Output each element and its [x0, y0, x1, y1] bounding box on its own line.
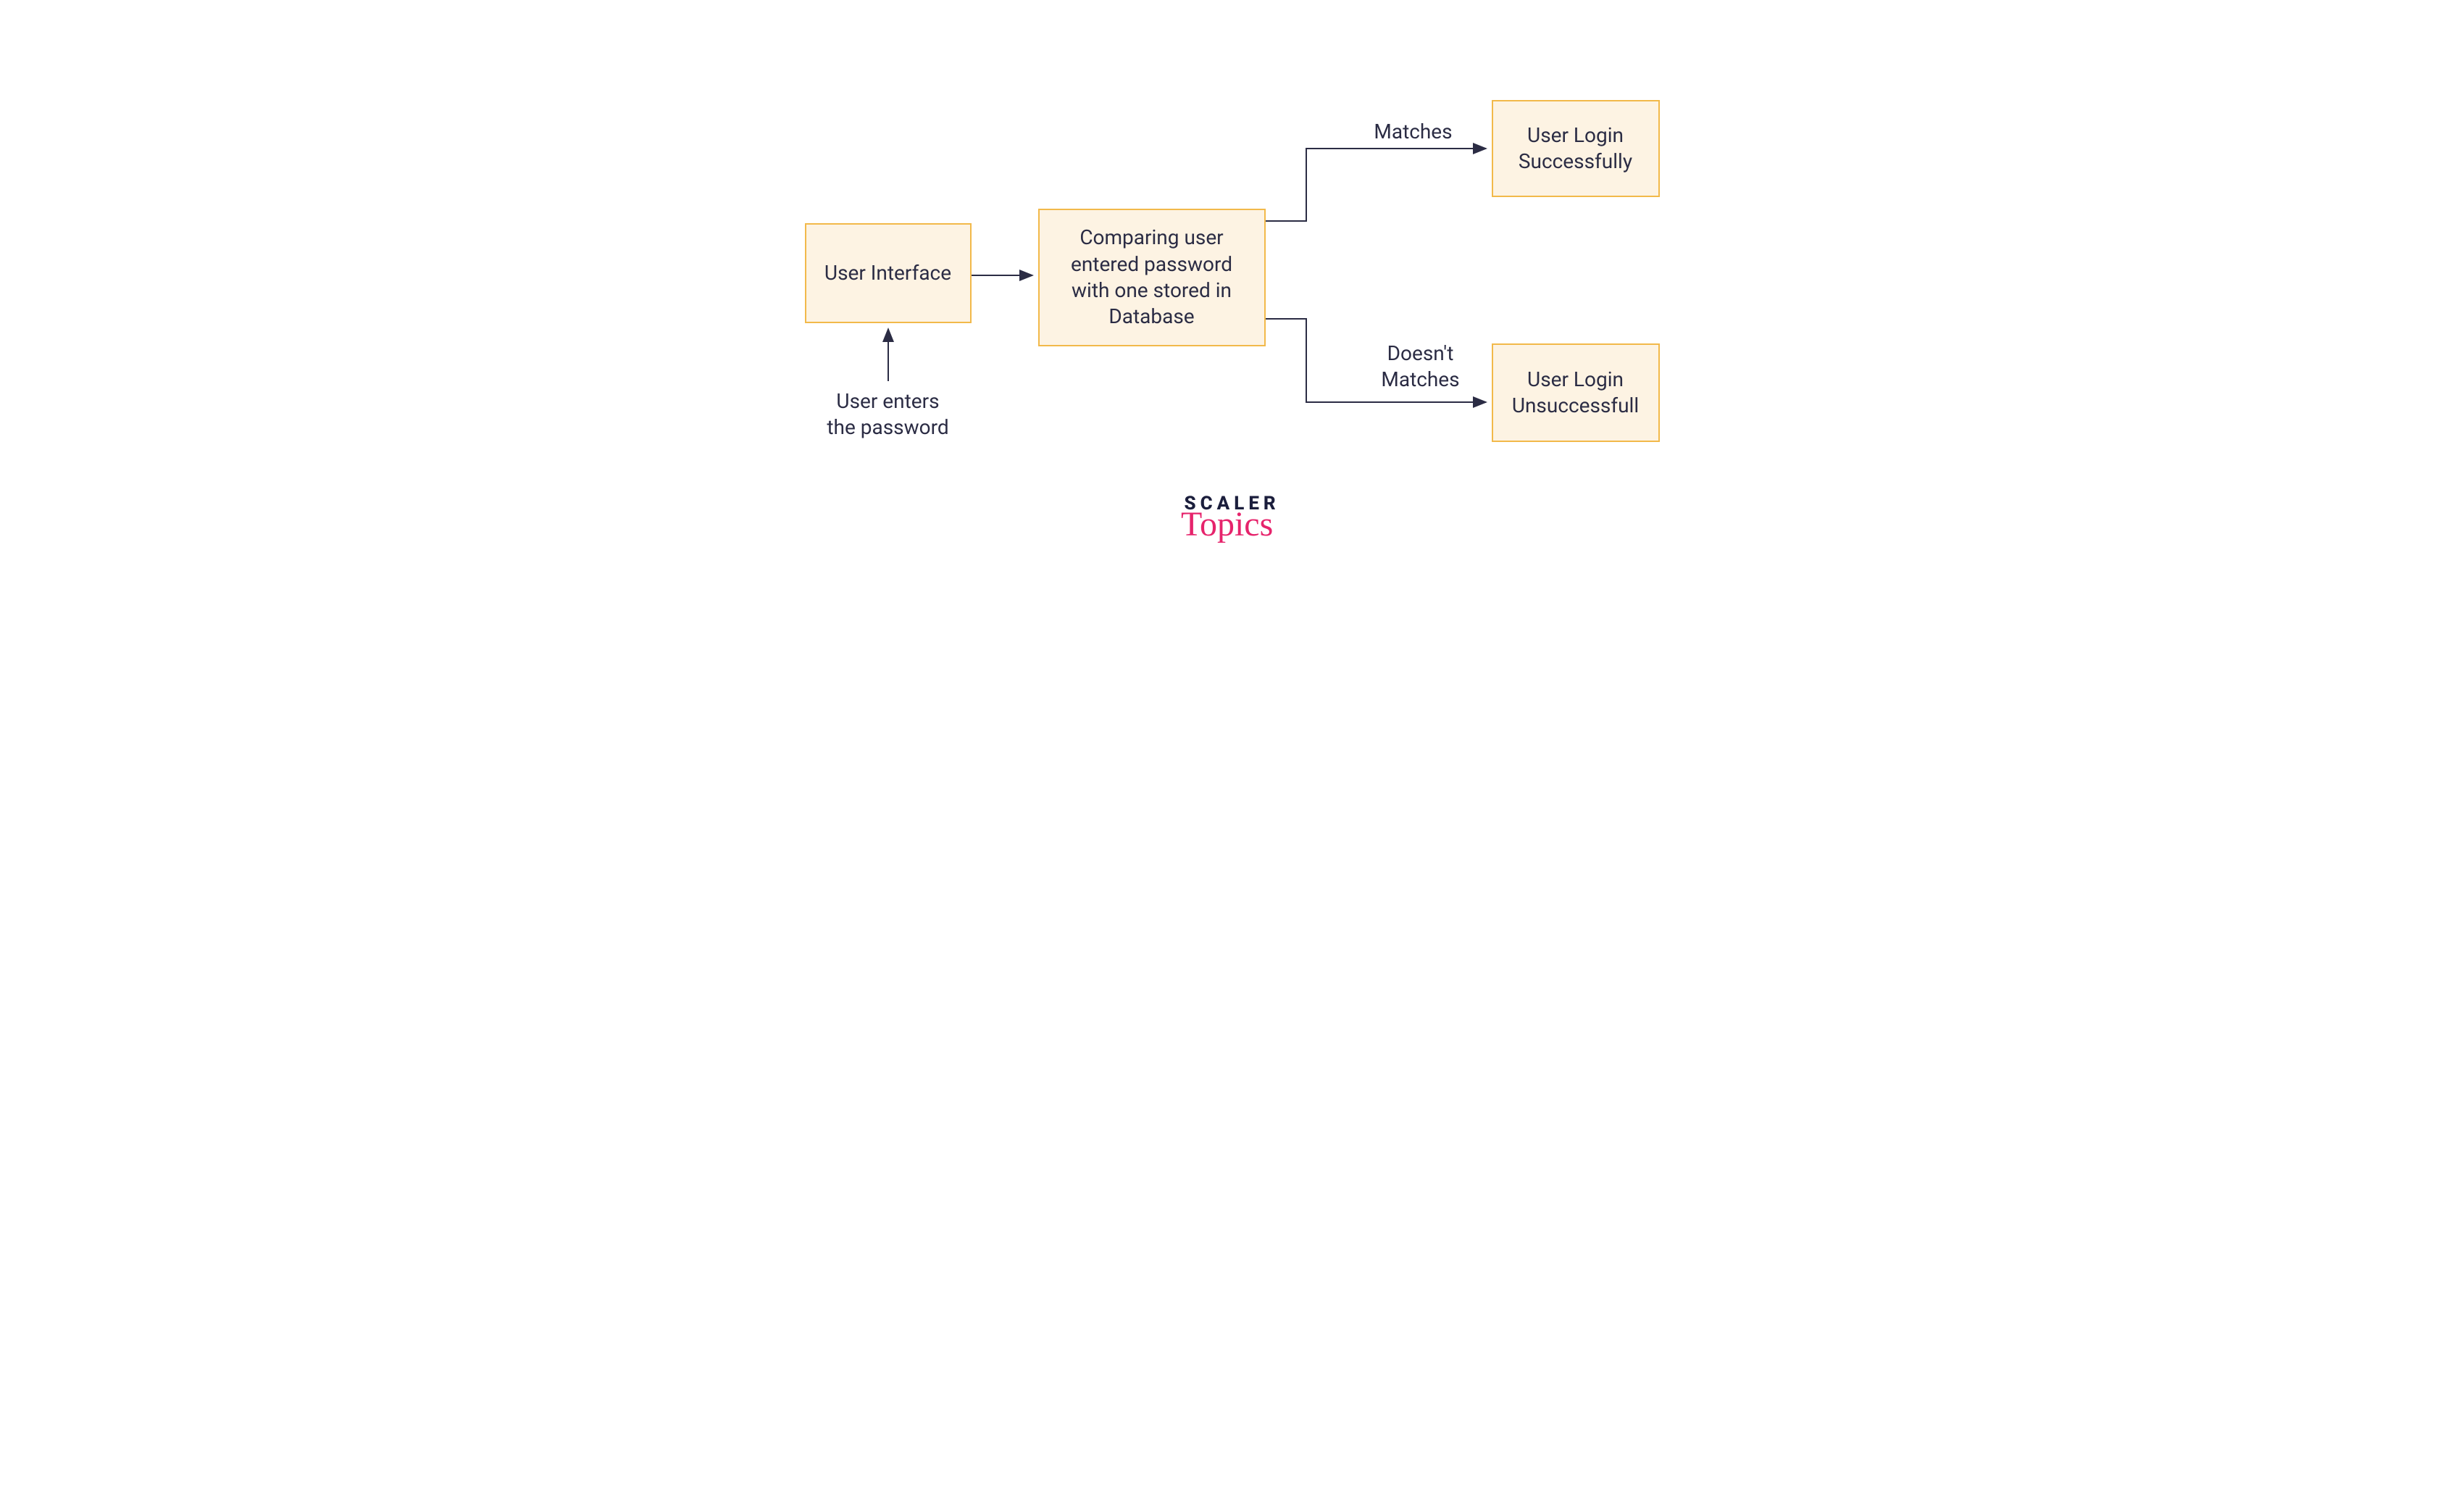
node-login-fail: User Login Unsuccessfull: [1492, 343, 1660, 442]
brand-logo: SCALER Topics: [1174, 493, 1280, 544]
node-login-success: User Login Successfully: [1492, 100, 1660, 197]
label-doesnt-matches: Doesn't Matches: [1363, 341, 1479, 393]
node-user-interface: User Interface: [805, 223, 972, 323]
logo-line2: Topics: [1174, 504, 1280, 544]
arrow-compare-to-success: [1266, 149, 1486, 221]
node-user-interface-text: User Interface: [824, 260, 951, 286]
label-matches: Matches: [1356, 119, 1471, 145]
node-login-fail-text: User Login Unsuccessfull: [1506, 367, 1645, 420]
label-user-enters: User enters the password: [812, 388, 964, 441]
node-login-success-text: User Login Successfully: [1506, 122, 1645, 175]
node-compare-password: Comparing user entered password with one…: [1038, 209, 1266, 346]
node-compare-password-text: Comparing user entered password with one…: [1053, 225, 1251, 330]
diagram-canvas: User Interface Comparing user entered pa…: [725, 0, 1740, 623]
